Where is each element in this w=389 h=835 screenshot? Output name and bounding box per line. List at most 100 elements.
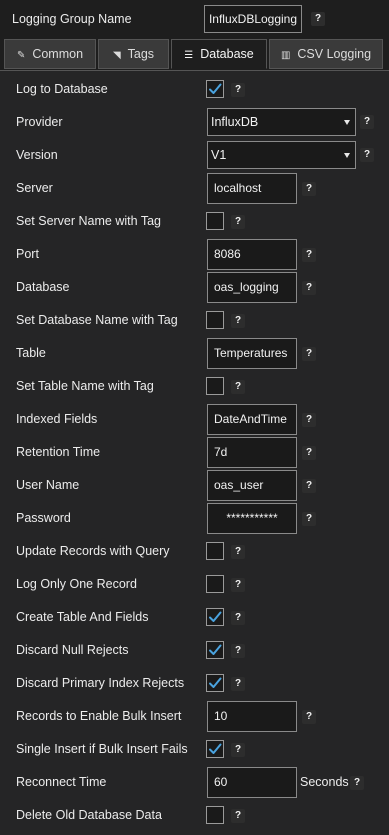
bulk-insert-row: Records to Enable Bulk Insert 10?	[0, 700, 389, 733]
reconnect-time-label: Reconnect Time	[16, 775, 107, 789]
log-to-database-checkbox[interactable]	[206, 80, 224, 98]
delete-old-row: Delete Old Database Data?	[0, 799, 389, 832]
tab-database[interactable]: ☰ Database	[171, 39, 267, 69]
table-with-tag-checkbox[interactable]	[206, 377, 224, 395]
create-table-label: Create Table And Fields	[16, 610, 149, 624]
log-to-database-row: Log to Database?	[0, 73, 389, 106]
help-icon[interactable]: ?	[302, 413, 316, 427]
update-with-query-label: Update Records with Query	[16, 544, 170, 558]
help-icon[interactable]: ?	[231, 809, 245, 823]
table-row: Table Temperatures?	[0, 337, 389, 370]
database-label: Database	[16, 280, 70, 294]
retention-time-row: Retention Time 7d?	[0, 436, 389, 469]
server-with-tag-row: Set Server Name with Tag?	[0, 205, 389, 238]
version-row: Version V1?	[0, 139, 389, 172]
table-label: Table	[16, 346, 46, 360]
help-icon[interactable]: ?	[231, 644, 245, 658]
password-row: Password ***********?	[0, 502, 389, 535]
table-input[interactable]: Temperatures	[207, 338, 297, 369]
help-icon[interactable]: ?	[302, 512, 316, 526]
password-input[interactable]: ***********	[207, 503, 297, 534]
help-icon[interactable]: ?	[231, 743, 245, 757]
retention-time-label: Retention Time	[16, 445, 101, 459]
help-icon[interactable]: ?	[302, 479, 316, 493]
help-icon[interactable]: ?	[302, 710, 316, 724]
bulk-insert-label: Records to Enable Bulk Insert	[16, 709, 182, 723]
user-name-input[interactable]: oas_user	[207, 470, 297, 501]
log-only-one-checkbox[interactable]	[206, 575, 224, 593]
server-input[interactable]: localhost	[207, 173, 297, 204]
logging-group-name-input[interactable]: InfluxDBLogging	[204, 5, 302, 33]
indexed-fields-input[interactable]: DateAndTime	[207, 404, 297, 435]
database-with-tag-row: Set Database Name with Tag?	[0, 304, 389, 337]
table-with-tag-row: Set Table Name with Tag?	[0, 370, 389, 403]
tab-bar: ✎ Common ◥ Tags ☰ Database ▥ CSV Logging	[0, 38, 389, 70]
user-name-label: User Name	[16, 478, 80, 492]
retention-time-input[interactable]: 7d	[207, 437, 297, 468]
indexed-fields-label: Indexed Fields	[16, 412, 98, 426]
wrench-icon: ✎	[16, 50, 26, 61]
help-icon[interactable]: ?	[311, 12, 325, 26]
update-with-query-checkbox[interactable]	[206, 542, 224, 560]
help-icon[interactable]: ?	[231, 83, 245, 97]
help-icon[interactable]: ?	[302, 248, 316, 262]
discard-primary-label: Discard Primary Index Rejects	[16, 676, 185, 690]
log-only-one-label: Log Only One Record	[16, 577, 137, 591]
provider-select[interactable]: InfluxDB	[207, 108, 356, 136]
help-icon[interactable]: ?	[231, 215, 245, 229]
reconnect-time-row: Reconnect Time 60 Seconds?	[0, 766, 389, 799]
help-icon[interactable]: ?	[231, 545, 245, 559]
logging-group-name-label: Logging Group Name	[12, 12, 132, 26]
port-input[interactable]: 8086	[207, 239, 297, 270]
server-with-tag-checkbox[interactable]	[206, 212, 224, 230]
discard-null-label: Discard Null Rejects	[16, 643, 129, 657]
provider-selected-value: InfluxDB	[211, 115, 259, 129]
help-icon[interactable]: ?	[231, 380, 245, 394]
help-icon[interactable]: ?	[360, 115, 374, 129]
help-icon[interactable]: ?	[302, 182, 316, 196]
help-icon[interactable]: ?	[350, 776, 364, 790]
help-icon[interactable]: ?	[302, 281, 316, 295]
log-only-one-row: Log Only One Record?	[0, 568, 389, 601]
discard-null-checkbox[interactable]	[206, 641, 224, 659]
help-icon[interactable]: ?	[231, 677, 245, 691]
bulk-insert-input[interactable]: 10	[207, 701, 297, 732]
database-with-tag-checkbox[interactable]	[206, 311, 224, 329]
provider-row: Provider InfluxDB?	[0, 106, 389, 139]
reconnect-time-input[interactable]: 60	[207, 767, 297, 798]
single-insert-label: Single Insert if Bulk Insert Fails	[16, 742, 188, 756]
tab-tags[interactable]: ◥ Tags	[98, 39, 169, 69]
create-table-row: Create Table And Fields?	[0, 601, 389, 634]
log-to-database-label: Log to Database	[16, 82, 108, 96]
port-row: Port 8086?	[0, 238, 389, 271]
single-insert-checkbox[interactable]	[206, 740, 224, 758]
help-icon[interactable]: ?	[231, 314, 245, 328]
delete-old-label: Delete Old Database Data	[16, 808, 162, 822]
chevron-down-icon	[344, 120, 350, 125]
help-icon[interactable]: ?	[302, 446, 316, 460]
version-select[interactable]: V1	[207, 141, 356, 169]
provider-label: Provider	[16, 115, 63, 129]
tab-common[interactable]: ✎ Common	[4, 39, 96, 69]
tab-csv-logging-label: CSV Logging	[297, 47, 372, 61]
version-selected-value: V1	[211, 148, 227, 162]
port-label: Port	[16, 247, 39, 261]
help-icon[interactable]: ?	[231, 578, 245, 592]
create-table-checkbox[interactable]	[206, 608, 224, 626]
delete-old-checkbox[interactable]	[206, 806, 224, 824]
header: Logging Group Name InfluxDBLogging ?	[0, 0, 389, 38]
database-icon: ☰	[184, 50, 194, 61]
help-icon[interactable]: ?	[231, 611, 245, 625]
server-row: Server localhost?	[0, 172, 389, 205]
database-input[interactable]: oas_logging	[207, 272, 297, 303]
indexed-fields-row: Indexed Fields DateAndTime?	[0, 403, 389, 436]
tab-csv-logging[interactable]: ▥ CSV Logging	[269, 39, 383, 69]
tab-database-label: Database	[200, 47, 254, 61]
database-settings-panel: Log to Database? Provider InfluxDB? Version…	[0, 70, 389, 835]
database-with-tag-label: Set Database Name with Tag	[16, 313, 178, 327]
discard-primary-checkbox[interactable]	[206, 674, 224, 692]
help-icon[interactable]: ?	[360, 148, 374, 162]
help-icon[interactable]: ?	[302, 347, 316, 361]
table-with-tag-label: Set Table Name with Tag	[16, 379, 154, 393]
tab-common-label: Common	[32, 47, 84, 61]
